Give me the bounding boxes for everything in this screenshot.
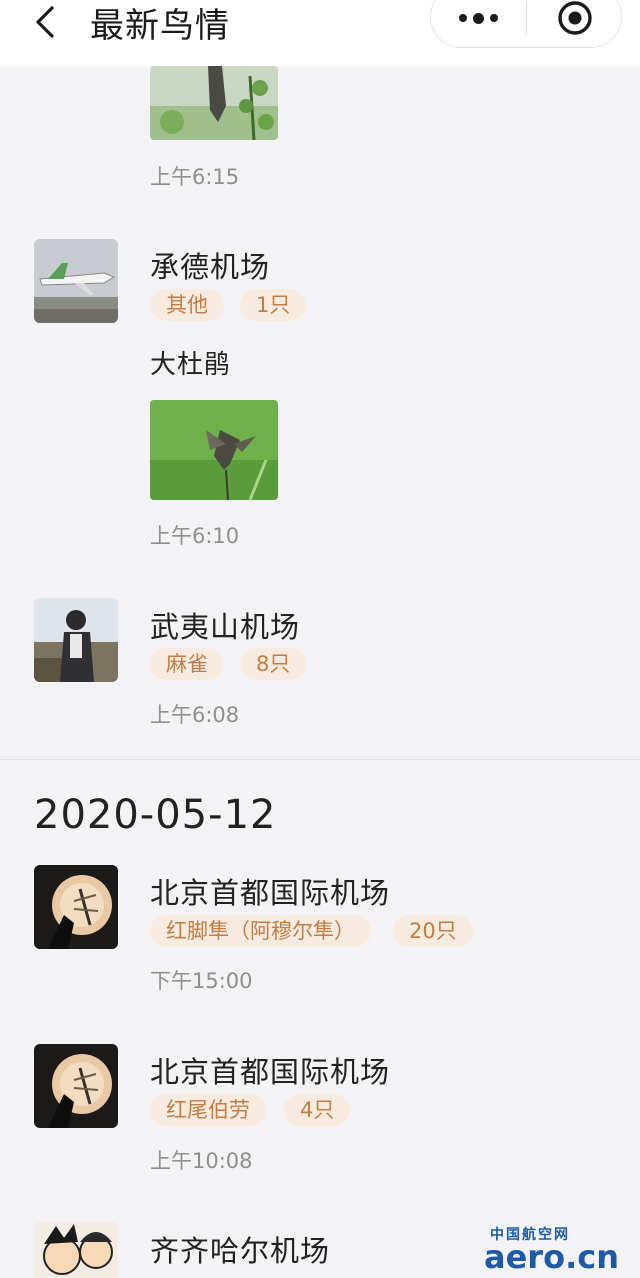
bird-type-tag: 红尾伯劳: [150, 1094, 266, 1126]
bird-count-tag: 4只: [284, 1094, 351, 1126]
bird-count-tag: 1只: [240, 289, 307, 321]
airport-name: 承德机场: [150, 250, 271, 284]
section-date: 2020-05-12: [34, 792, 277, 838]
page-title: 最新鸟情: [90, 6, 230, 46]
report-time: 上午6:10: [150, 524, 240, 548]
bird-type-tag: 麻雀: [150, 648, 224, 680]
close-mini-program-button[interactable]: [527, 0, 622, 49]
airport-name: 齐齐哈尔机场: [150, 1234, 331, 1268]
mini-program-capsule: [430, 0, 622, 48]
bird-type-tag: 其他: [150, 289, 224, 321]
more-dots-icon: [456, 12, 501, 24]
chevron-left-icon: [36, 6, 54, 38]
aero-cn-watermark: 中国航空网 aero.cn: [470, 1222, 640, 1278]
report-time: 上午6:08: [150, 703, 240, 727]
report-time: 上午6:15: [150, 165, 240, 189]
airport-name: 武夷山机场: [150, 610, 301, 644]
target-icon: [557, 1, 592, 35]
airport-name: 北京首都国际机场: [150, 876, 391, 910]
species-name: 大杜鹃: [150, 350, 232, 380]
bird-count-tag: 20只: [393, 915, 473, 947]
avatar[interactable]: [34, 239, 118, 323]
avatar[interactable]: [34, 865, 118, 949]
section-divider: [0, 759, 640, 760]
more-button[interactable]: [431, 0, 526, 49]
bird-photo[interactable]: [150, 400, 278, 500]
bird-count-tag: 8只: [240, 648, 307, 680]
nav-bar: 最新鸟情: [0, 0, 640, 66]
avatar[interactable]: [34, 1044, 118, 1128]
bird-type-tag: 红脚隼（阿穆尔隼）: [150, 915, 371, 947]
bird-photo[interactable]: [150, 66, 278, 140]
avatar[interactable]: [34, 598, 118, 682]
avatar[interactable]: [34, 1222, 118, 1278]
report-time: 上午10:08: [150, 1149, 253, 1173]
back-button[interactable]: [26, 2, 66, 42]
report-time: 下午15:00: [150, 969, 253, 993]
airport-name: 北京首都国际机场: [150, 1055, 391, 1089]
watermark-line2: aero.cn: [484, 1238, 619, 1276]
